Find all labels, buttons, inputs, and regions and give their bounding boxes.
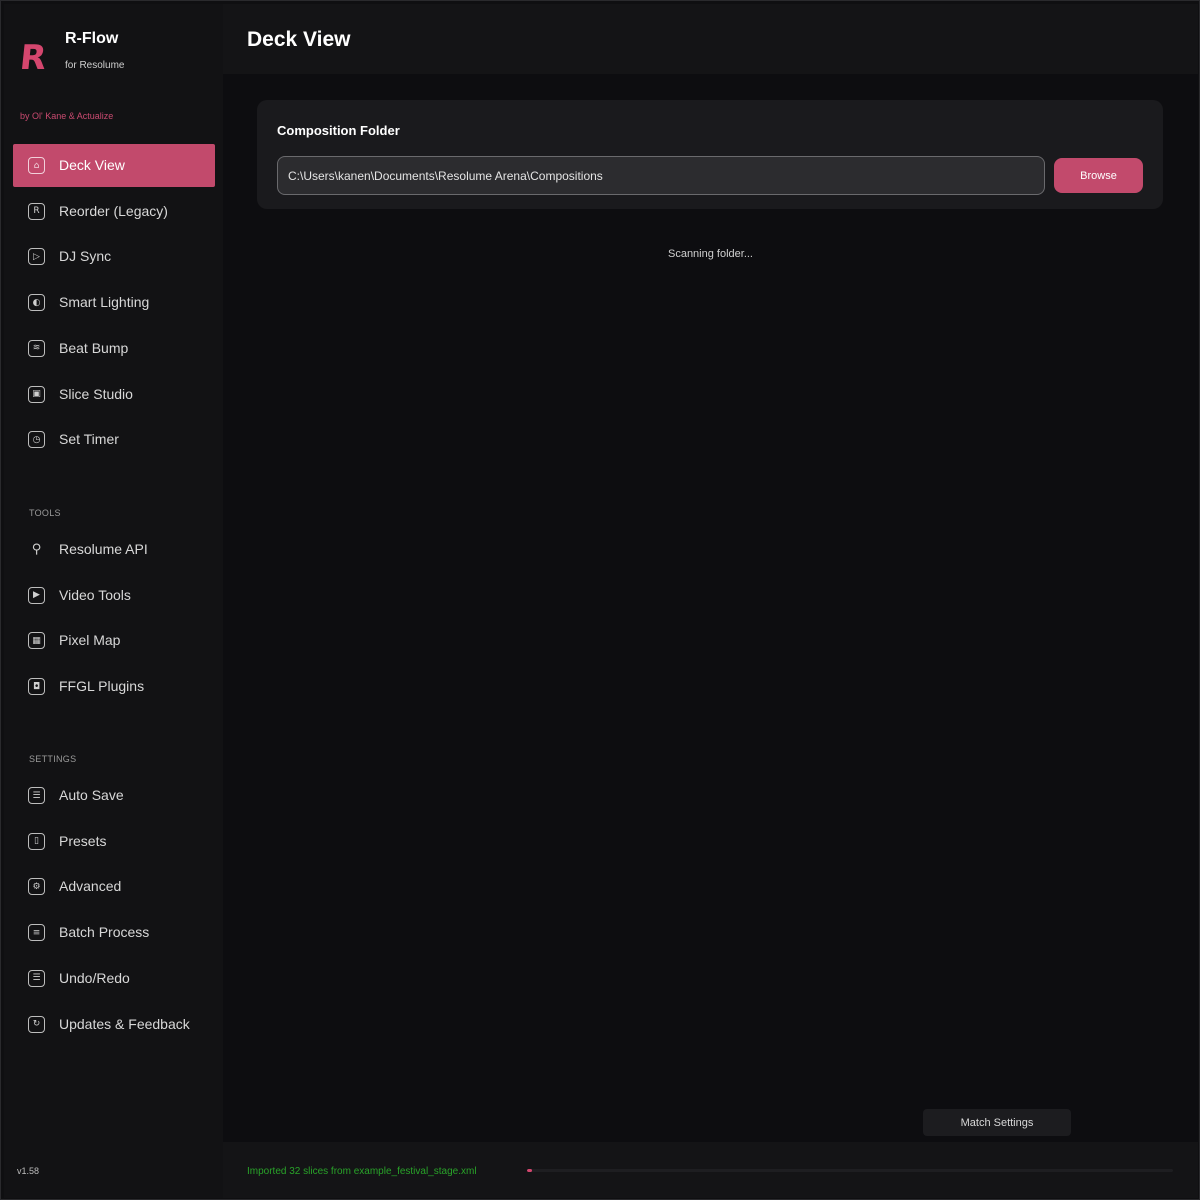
sidebar-item-label: Resolume API [59, 541, 148, 557]
tools-section-label: TOOLS [29, 508, 61, 518]
refresh-icon: ↻ [28, 1015, 45, 1033]
import-status-message: Imported 32 slices from example_festival… [247, 1166, 477, 1177]
sidebar-item-label: Pixel Map [59, 632, 121, 649]
sidebar-item-label: Reorder (Legacy) [59, 202, 168, 219]
version-label: v1.58 [17, 1166, 40, 1176]
r-flow-logo: R [17, 38, 48, 78]
match-settings-button[interactable]: Match Settings [923, 1109, 1071, 1136]
sidebar-item-undo-redo[interactable]: ☰ Undo/Redo [13, 957, 215, 1000]
plug-icon: ⚲ [31, 542, 42, 557]
sidebar-item-label: Smart Lighting [59, 294, 150, 311]
list-icon: ☰ [28, 787, 45, 804]
sidebar-item-ffgl-plugins[interactable]: ◘ FFGL Plugins [13, 665, 215, 708]
composition-folder-title: Composition Folder [277, 123, 400, 138]
progress-bar [527, 1169, 1173, 1172]
sidebar-item-beat-bump[interactable]: ≋ Beat Bump [13, 327, 215, 370]
page-header: Deck View [223, 4, 1198, 74]
browse-button[interactable]: Browse [1054, 158, 1143, 193]
sidebar-item-label: Updates & Feedback [59, 1015, 190, 1032]
sidebar-item-label: Undo/Redo [59, 969, 130, 986]
brand: R R-Flow for Resolume [17, 28, 220, 88]
author-credit: by Ol' Kane & Actualize [20, 111, 114, 121]
page-title: Deck View [247, 28, 351, 51]
sidebar-item-auto-save[interactable]: ☰ Auto Save [13, 774, 215, 817]
sidebar-item-label: FFGL Plugins [59, 678, 145, 695]
document-icon: ≡ [28, 924, 45, 942]
app-window: R R-Flow for Resolume by Ol' Kane & Actu… [0, 0, 1200, 1200]
sidebar-item-advanced[interactable]: ⚙ Advanced [13, 865, 215, 908]
sidebar-item-label: Beat Bump [59, 339, 129, 356]
video-icon: ▶ [28, 586, 45, 604]
app-title: R-Flow [65, 30, 119, 47]
sidebar-item-video-tools[interactable]: ▶ Video Tools [13, 574, 215, 617]
resolume-logo-icon: R [28, 202, 45, 220]
waveform-icon: ≋ [28, 339, 45, 357]
sidebar-item-label: Set Timer [59, 431, 119, 448]
sidebar-item-deck-view[interactable]: ⌂ Deck View [13, 144, 215, 187]
sidebar-item-resolume-api[interactable]: ⚲ Resolume API [13, 528, 215, 571]
sidebar-item-dj-sync[interactable]: ▷ DJ Sync [13, 235, 215, 278]
sidebar-item-slice-studio[interactable]: ▣ Slice Studio [13, 373, 215, 416]
sidebar-item-reorder-legacy[interactable]: R Reorder (Legacy) [13, 190, 215, 233]
main-content: Deck View Composition Folder Browse Scan… [223, 4, 1198, 1198]
composition-path-input[interactable] [277, 156, 1045, 195]
sidebar-item-smart-lighting[interactable]: ◐ Smart Lighting [13, 281, 215, 324]
sidebar-item-label: Deck View [59, 157, 125, 173]
sidebar: R R-Flow for Resolume by Ol' Kane & Actu… [4, 4, 223, 1198]
status-bar: Imported 32 slices from example_festival… [223, 1142, 1198, 1198]
bookmark-icon: ▯ [28, 832, 45, 850]
sidebar-item-presets[interactable]: ▯ Presets [13, 820, 215, 863]
history-list-icon: ☰ [28, 969, 45, 987]
settings-section-label: SETTINGS [29, 754, 77, 764]
image-icon: ▣ [28, 385, 45, 403]
sidebar-item-label: Advanced [59, 878, 122, 895]
sidebar-item-label: Presets [59, 832, 107, 849]
sidebar-item-label: DJ Sync [59, 248, 112, 265]
sidebar-item-label: Video Tools [59, 586, 131, 603]
play-icon: ▷ [28, 248, 45, 266]
sidebar-item-set-timer[interactable]: ◷ Set Timer [13, 418, 215, 461]
sidebar-item-batch-process[interactable]: ≡ Batch Process [13, 911, 215, 954]
pixel-map-icon: ▦ [28, 632, 45, 650]
sidebar-item-label: Batch Process [59, 924, 150, 941]
sidebar-item-updates-feedback[interactable]: ↻ Updates & Feedback [13, 1003, 215, 1046]
app-subtitle: for Resolume [65, 60, 125, 71]
composition-folder-card: Composition Folder Browse [257, 100, 1163, 209]
scanning-status: Scanning folder... [667, 248, 753, 260]
sidebar-item-label: Slice Studio [59, 385, 133, 402]
clock-icon: ◷ [28, 431, 45, 449]
gamepad-icon: ◘ [28, 678, 45, 696]
gear-icon: ⚙ [28, 878, 45, 896]
sidebar-item-label: Auto Save [59, 787, 124, 803]
lighting-icon: ◐ [28, 294, 45, 312]
home-icon: ⌂ [28, 157, 45, 174]
sidebar-item-pixel-map[interactable]: ▦ Pixel Map [13, 619, 215, 662]
progress-fill [527, 1169, 533, 1172]
